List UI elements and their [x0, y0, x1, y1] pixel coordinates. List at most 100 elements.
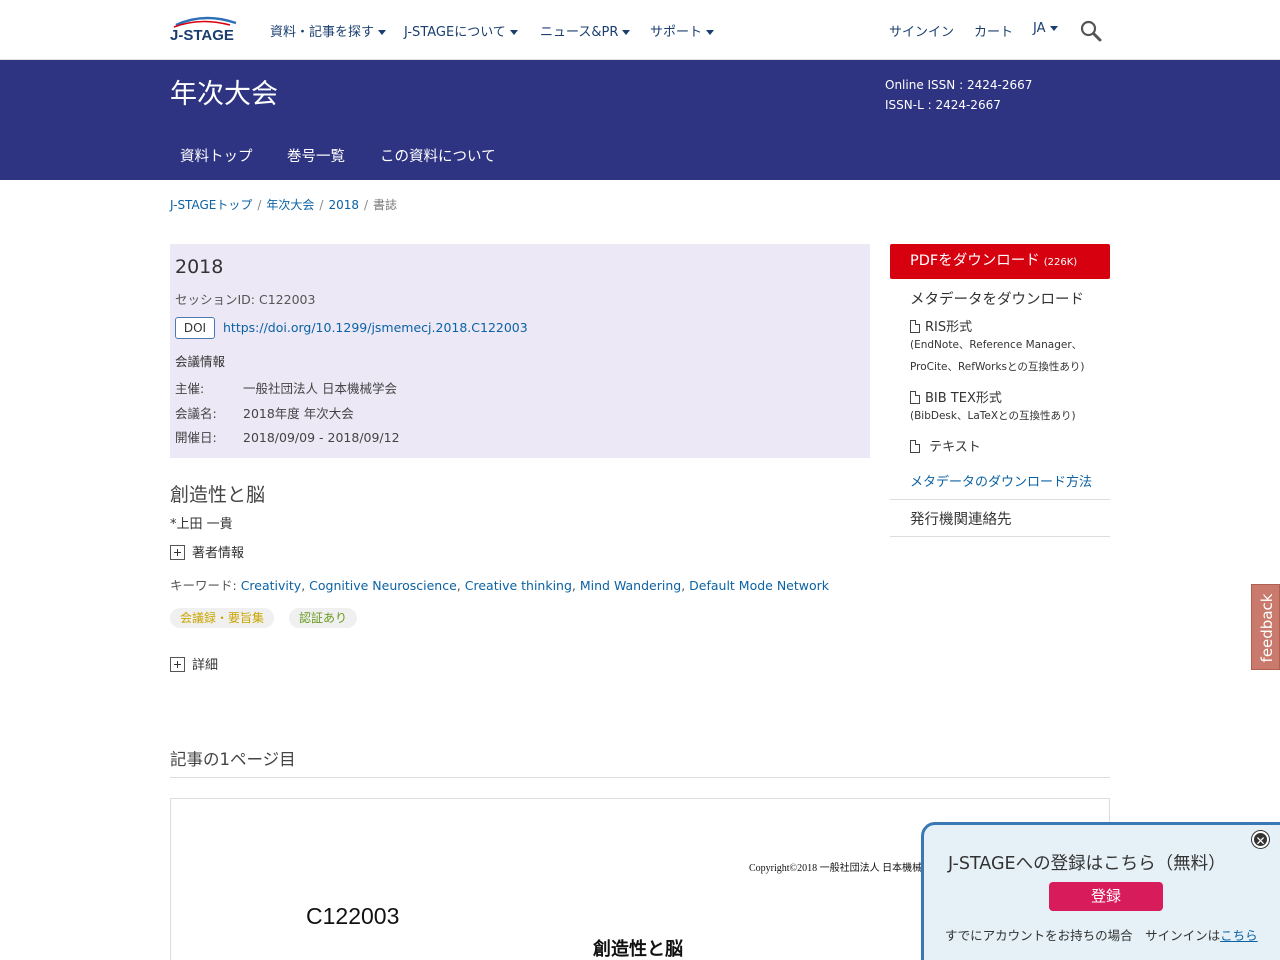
cart-link[interactable]: カート — [974, 21, 1013, 40]
author-info-toggle[interactable]: 著者情報 — [170, 542, 244, 561]
row-value: 一般社団法人 日本機械学会 — [243, 381, 397, 396]
first-page-heading: 記事の1ページ目 — [170, 750, 296, 769]
signin-here-link[interactable]: こちら — [1220, 928, 1258, 943]
bibtex-note: (BibDesk、LaTeXとの互換性あり) — [910, 410, 1076, 422]
volume-year: 2018 — [175, 256, 224, 278]
divider — [170, 777, 1110, 778]
nav-label: サポート — [650, 25, 703, 40]
meeting-info-heading: 会議情報 — [175, 354, 226, 369]
ris-note-line1: (EndNote、Reference Manager、 — [910, 339, 1083, 351]
journal-title[interactable]: 年次大会 — [170, 72, 278, 111]
keyword-link[interactable]: Mind Wandering — [580, 578, 681, 593]
text-download-link[interactable]: テキスト — [910, 436, 981, 455]
plus-square-icon — [170, 657, 185, 672]
meeting-name-row: 会議名: 2018年度 年次大会 — [175, 403, 354, 422]
doi-badge: DOI — [175, 317, 215, 339]
article-title: 創造性と脳 — [170, 484, 266, 506]
issn-l: ISSN-L : 2424-2667 — [885, 98, 1001, 112]
language-select[interactable]: JA — [1033, 21, 1058, 36]
feedback-tab[interactable]: feedback — [1251, 584, 1280, 670]
nav-about-jstage[interactable]: J-STAGEについて — [404, 21, 518, 40]
jstage-logo[interactable]: J-STAGE — [170, 14, 242, 46]
signin-link[interactable]: サインイン — [889, 21, 954, 40]
pdf-size: (226K) — [1043, 257, 1078, 268]
breadcrumb-current: 書誌 — [373, 198, 398, 212]
keyword-link[interactable]: Creativity — [241, 578, 302, 593]
metadata-download-heading: メタデータをダウンロード — [910, 292, 1084, 308]
nav-label: 資料・記事を探す — [270, 25, 375, 40]
nav-search-materials[interactable]: 資料・記事を探す — [270, 21, 387, 40]
breadcrumb-year[interactable]: 2018 — [328, 198, 359, 212]
breadcrumb: J-STAGEトップ / 年次大会 / 2018 / 書誌 — [170, 196, 397, 213]
caret-down-icon — [622, 30, 631, 35]
caret-down-icon — [509, 30, 518, 35]
pdf-label: PDFをダウンロード — [910, 253, 1040, 269]
row-key: 開催日: — [175, 430, 217, 445]
details-toggle[interactable]: 詳細 — [170, 654, 218, 673]
divider — [890, 499, 1110, 500]
popup-signin-text: すでにアカウントをお持ちの場合 サインインはこちら — [945, 925, 1258, 944]
metadata-howto-link[interactable]: メタデータのダウンロード方法 — [910, 471, 1092, 490]
caret-down-icon — [378, 30, 387, 35]
row-key: 主催: — [175, 381, 205, 396]
row-value: 2018年度 年次大会 — [243, 406, 354, 421]
bibtex-download-link[interactable]: BIB TEX形式 — [910, 387, 1002, 406]
ris-download-link[interactable]: RIS形式 — [910, 316, 972, 335]
register-popup: ✕ J-STAGEへの登録はこちら（無料） 登録 すでにアカウントをお持ちの場合… — [921, 822, 1280, 960]
top-navbar: J-STAGE 資料・記事を探す J-STAGEについて ニュース&PR サポー… — [0, 0, 1280, 60]
keyword-link[interactable]: Cognitive Neuroscience — [309, 578, 457, 593]
format-label: テキスト — [929, 440, 981, 455]
tag-proceedings: 会議録・要旨集 — [170, 608, 275, 628]
breadcrumb-separator: / — [257, 198, 262, 212]
subnav-about-journal[interactable]: この資料について — [380, 145, 496, 166]
bibliographic-info-box: 2018 セッションID: C122003 DOI https://doi.or… — [170, 244, 870, 458]
subnav-issue-list[interactable]: 巻号一覧 — [287, 145, 345, 166]
caret-down-icon — [706, 30, 715, 35]
row-key: 会議名: — [175, 406, 217, 421]
language-label: JA — [1033, 21, 1046, 36]
popup-message: J-STAGEへの登録はこちら（無料） — [948, 854, 1226, 874]
signin-prompt: すでにアカウントをお持ちの場合 サインインは — [945, 928, 1221, 943]
article-author: *上田 一貴 — [170, 517, 233, 532]
session-id: セッションID: C122003 — [175, 292, 316, 307]
journal-banner: 年次大会 Online ISSN : 2424-2667 ISSN-L : 24… — [0, 60, 1280, 180]
format-label: BIB TEX形式 — [925, 391, 1002, 406]
tag-authenticated: 認証あり — [289, 608, 358, 628]
divider — [890, 536, 1110, 537]
document-icon — [910, 391, 920, 404]
publisher-contact-link[interactable]: 発行機関連絡先 — [910, 508, 1012, 529]
toggle-label: 詳細 — [192, 658, 219, 673]
feedback-label: feedback — [1258, 593, 1276, 663]
breadcrumb-separator: / — [319, 198, 324, 212]
keywords: キーワード: Creativity, Cognitive Neuroscienc… — [170, 578, 830, 593]
breadcrumb-jstage-top[interactable]: J-STAGEトップ — [170, 198, 252, 212]
row-value: 2018/09/09 - 2018/09/12 — [243, 430, 400, 445]
breadcrumb-separator: / — [364, 198, 369, 212]
caret-down-icon — [1049, 26, 1058, 31]
meeting-organizer-row: 主催: 一般社団法人 日本機械学会 — [175, 378, 397, 397]
keyword-link[interactable]: Creative thinking — [465, 578, 572, 593]
search-icon[interactable] — [1080, 20, 1102, 42]
nav-label: ニュース&PR — [540, 25, 619, 40]
preview-session-id: C122003 — [306, 903, 400, 929]
subnav-journal-top[interactable]: 資料トップ — [180, 145, 253, 166]
document-icon — [910, 440, 920, 453]
ris-note-line2: ProCite、RefWorksとの互換性あり) — [910, 361, 1085, 373]
plus-square-icon — [170, 545, 185, 560]
doi-link[interactable]: https://doi.org/10.1299/jsmemecj.2018.C1… — [223, 320, 528, 335]
register-button[interactable]: 登録 — [1049, 882, 1163, 911]
online-issn: Online ISSN : 2424-2667 — [885, 78, 1033, 92]
nav-label: J-STAGEについて — [404, 25, 506, 40]
keyword-link[interactable]: Default Mode Network — [689, 578, 829, 593]
keywords-label: キーワード: — [170, 578, 241, 593]
preview-title: 創造性と脳 — [593, 939, 683, 960]
breadcrumb-journal[interactable]: 年次大会 — [266, 198, 314, 212]
format-label: RIS形式 — [925, 320, 973, 335]
logo-text: J-STAGE — [170, 27, 234, 44]
nav-support[interactable]: サポート — [650, 21, 715, 40]
nav-news-pr[interactable]: ニュース&PR — [540, 21, 631, 40]
preview-copyright: Copyright©2018 一般社団法人 日本機械学会 — [749, 863, 943, 874]
pdf-download-button[interactable]: PDFをダウンロード (226K) — [890, 244, 1110, 279]
document-icon — [910, 320, 920, 333]
close-icon[interactable]: ✕ — [1252, 831, 1269, 848]
